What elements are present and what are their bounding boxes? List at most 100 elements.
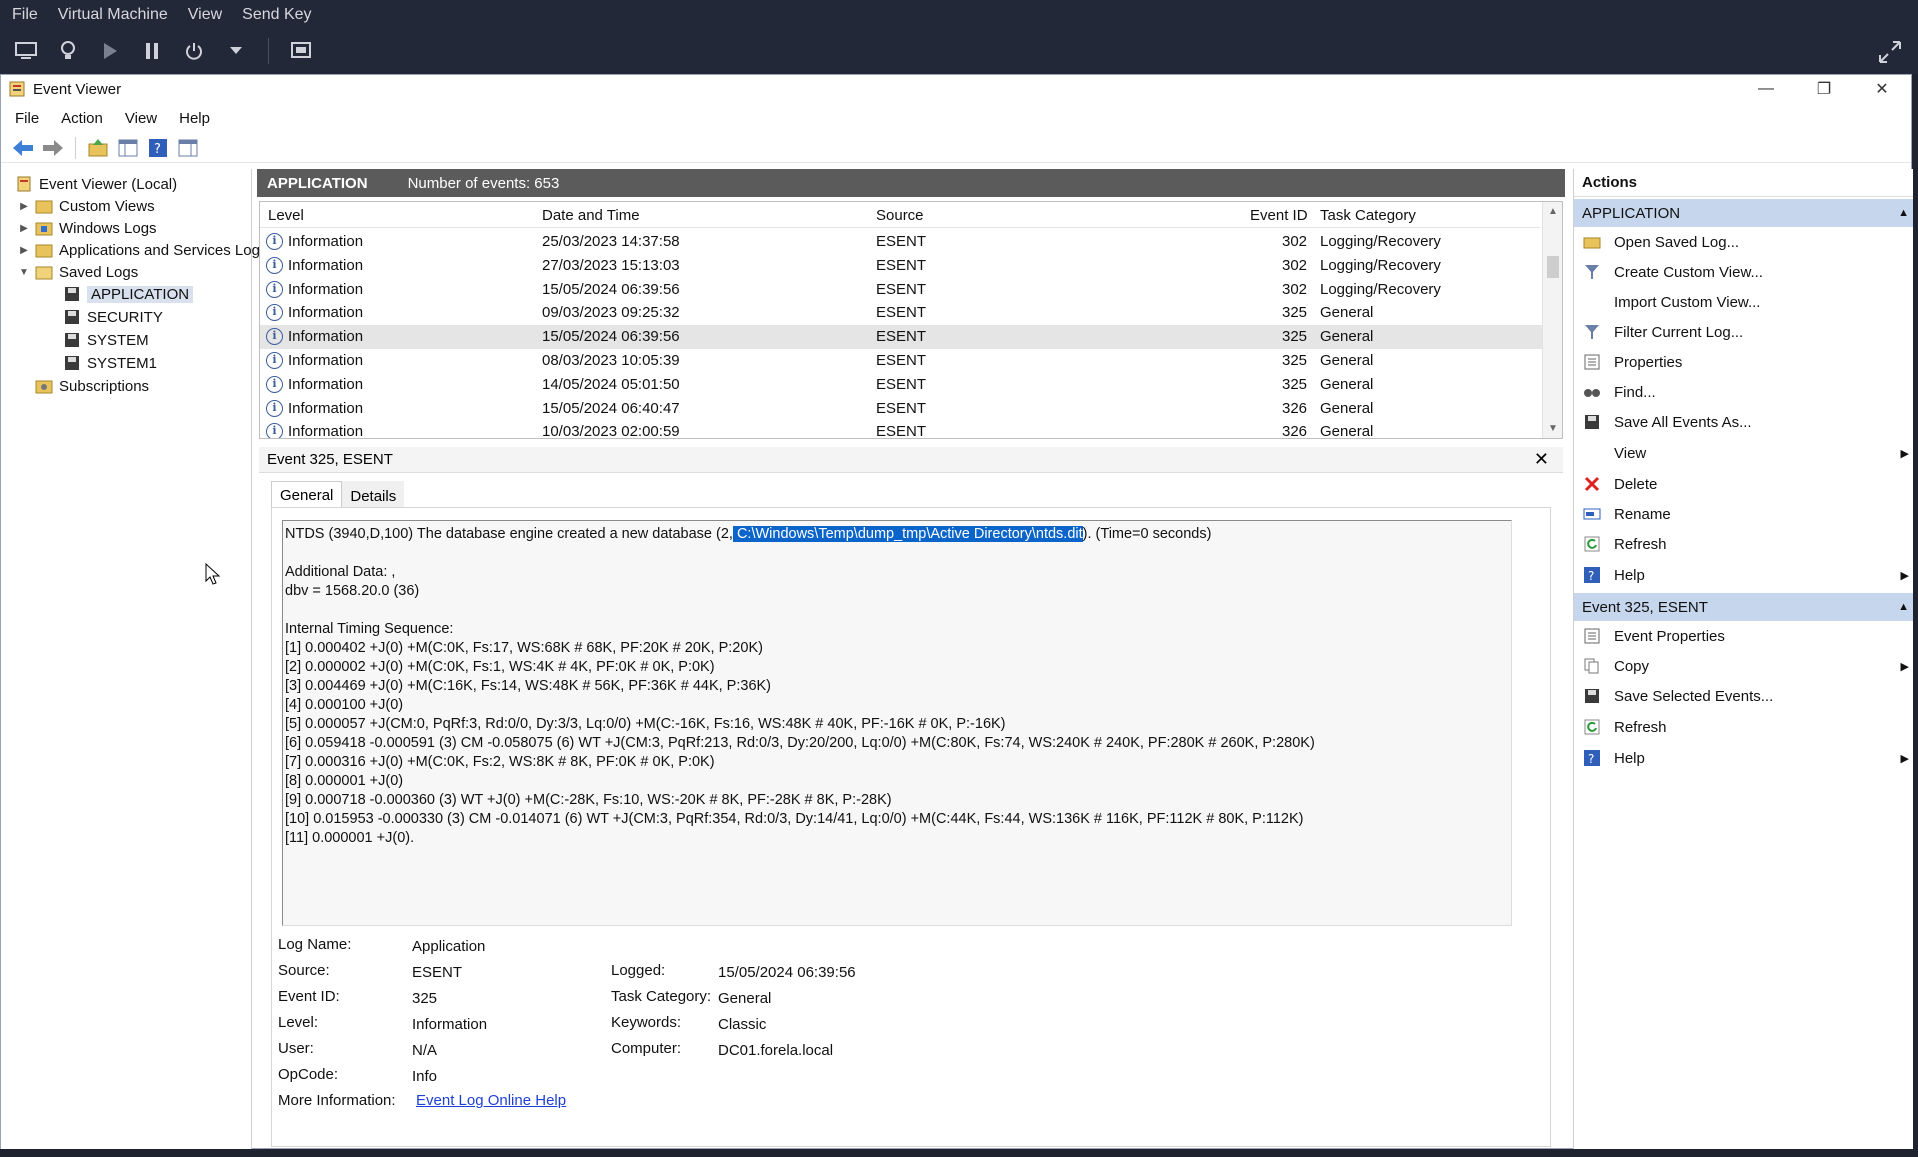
action-help-event[interactable]: ? Help ▶ — [1574, 745, 1913, 771]
vm-play-icon[interactable] — [96, 38, 124, 64]
tab-details[interactable]: Details — [342, 481, 405, 510]
actions-section-application[interactable]: APPLICATION ▲ — [1574, 199, 1913, 227]
forward-arrow-icon[interactable] — [41, 136, 65, 160]
table-row[interactable]: i Information 15/05/2024 06:40:47 ESENT … — [260, 397, 1542, 421]
tree-saved-system[interactable]: SYSTEM — [59, 329, 149, 351]
table-row[interactable]: i Information 09/03/2023 09:25:32 ESENT … — [260, 301, 1542, 325]
actions-section-event[interactable]: Event 325, ESENT ▲ — [1574, 593, 1913, 621]
collapse-caret-icon[interactable]: ▲ — [1898, 207, 1909, 219]
table-row[interactable]: i Information 25/03/2023 14:37:58 ESENT … — [260, 230, 1542, 254]
back-arrow-icon[interactable] — [11, 136, 35, 160]
table-row[interactable]: i Information 08/03/2023 10:05:39 ESENT … — [260, 349, 1542, 373]
menu-action[interactable]: Action — [61, 110, 103, 127]
tree-subscriptions[interactable]: Subscriptions — [31, 375, 149, 397]
table-row[interactable]: i Information 27/03/2023 15:13:03 ESENT … — [260, 254, 1542, 278]
cell-source: ESENT — [876, 256, 927, 274]
action-create-custom-view[interactable]: Create Custom View... — [1574, 259, 1913, 285]
tree-saved-application[interactable]: APPLICATION — [59, 283, 194, 305]
table-row[interactable]: i Information 15/05/2024 06:39:56 ESENT … — [260, 278, 1542, 302]
col-date-time[interactable]: Date and Time — [542, 207, 640, 224]
action-properties[interactable]: Properties — [1574, 349, 1913, 375]
vm-menu-view[interactable]: View — [188, 6, 222, 24]
action-delete[interactable]: Delete — [1574, 471, 1913, 497]
action-refresh[interactable]: Refresh — [1574, 531, 1913, 557]
scroll-down-icon[interactable]: ▼ — [1548, 423, 1558, 434]
action-label: Rename — [1614, 505, 1671, 523]
tab-general[interactable]: General — [271, 481, 343, 510]
show-hide-tree-icon[interactable] — [116, 136, 140, 160]
vm-menu-file[interactable]: File — [12, 6, 38, 24]
vm-power-icon[interactable] — [180, 38, 208, 64]
menu-file[interactable]: File — [15, 110, 39, 127]
action-refresh-event[interactable]: Refresh — [1574, 714, 1913, 740]
action-find[interactable]: Find... — [1574, 379, 1913, 405]
action-save-selected-events[interactable]: Save Selected Events... — [1574, 683, 1913, 709]
vm-pause-icon[interactable] — [138, 38, 166, 64]
tree-custom-views[interactable]: ▶ Custom Views — [17, 195, 155, 217]
close-detail-icon[interactable]: ✕ — [1534, 449, 1549, 470]
vm-lightbulb-icon[interactable] — [54, 38, 82, 64]
description-line: Additional Data: , — [285, 564, 396, 580]
vm-menu-virtual-machine[interactable]: Virtual Machine — [58, 6, 168, 24]
event-log-online-help-link[interactable]: Event Log Online Help — [416, 1092, 566, 1109]
selected-path-text[interactable]: C:\Windows\Temp\dump_tmp\Active Director… — [732, 526, 1083, 542]
event-list-scrollbar[interactable]: ▲ ▼ — [1542, 202, 1562, 438]
windows-logs-folder-icon — [35, 222, 53, 236]
minimize-button[interactable]: — — [1737, 75, 1795, 103]
vm-fullscreen-icon[interactable] — [1878, 40, 1902, 69]
tree-saved-security[interactable]: SECURITY — [59, 306, 163, 328]
help-icon: ? — [1582, 749, 1602, 767]
col-event-id[interactable]: Event ID — [1250, 207, 1308, 224]
submenu-arrow-icon: ▶ — [1900, 752, 1909, 765]
menu-view[interactable]: View — [125, 110, 157, 127]
tree-saved-system1[interactable]: SYSTEM1 — [59, 352, 157, 374]
blank-icon — [1582, 293, 1602, 311]
table-row[interactable]: i Information 10/03/2023 02:00:59 ESENT … — [260, 420, 1542, 439]
description-line: [6] 0.059418 -0.000591 (3) CM -0.058075 … — [285, 735, 1315, 751]
action-filter-current-log[interactable]: Filter Current Log... — [1574, 319, 1913, 345]
collapse-arrow-icon[interactable]: ▼ — [17, 267, 31, 278]
action-open-saved-log[interactable]: Open Saved Log... — [1574, 229, 1913, 255]
expand-arrow-icon[interactable]: ▶ — [17, 223, 31, 234]
scroll-up-icon[interactable]: ▲ — [1548, 206, 1558, 217]
scroll-thumb[interactable] — [1547, 256, 1559, 278]
vm-power-dropdown-icon[interactable] — [222, 38, 250, 64]
expand-arrow-icon[interactable]: ▶ — [17, 201, 31, 212]
up-folder-icon[interactable] — [86, 136, 110, 160]
action-import-custom-view[interactable]: Import Custom View... — [1574, 289, 1913, 315]
help-icon[interactable]: ? — [146, 136, 170, 160]
prop-computer: DC01.forela.local — [718, 1042, 834, 1059]
menu-help[interactable]: Help — [179, 110, 210, 127]
col-task-category[interactable]: Task Category — [1320, 207, 1416, 224]
action-rename[interactable]: Rename — [1574, 501, 1913, 527]
tree-root[interactable]: Event Viewer (Local) — [11, 173, 177, 195]
tree-custom-views-label: Custom Views — [59, 197, 155, 215]
action-help[interactable]: ? Help ▶ — [1574, 562, 1913, 588]
action-copy[interactable]: Copy ▶ — [1574, 653, 1913, 679]
show-hide-action-pane-icon[interactable] — [176, 136, 200, 160]
tree-windows-logs[interactable]: ▶ Windows Logs — [17, 217, 156, 239]
cell-date-time: 10/03/2023 02:00:59 — [542, 423, 680, 439]
tree-apps-services[interactable]: ▶ Applications and Services Logs — [17, 239, 267, 261]
vm-menu-send-key[interactable]: Send Key — [242, 6, 311, 24]
tree-saved-logs[interactable]: ▼ Saved Logs — [17, 261, 138, 283]
vm-display-icon[interactable] — [287, 38, 315, 64]
collapse-caret-icon[interactable]: ▲ — [1898, 601, 1909, 613]
delete-x-icon — [1582, 475, 1602, 493]
close-button[interactable]: ✕ — [1853, 75, 1911, 103]
action-save-all-events-as[interactable]: Save All Events As... — [1574, 409, 1913, 435]
table-row-selected[interactable]: i Information 15/05/2024 06:39:56 ESENT … — [260, 325, 1542, 349]
col-level[interactable]: Level — [268, 207, 304, 224]
save-disk-icon — [1582, 687, 1602, 705]
vm-console-icon[interactable] — [12, 38, 40, 64]
vm-toolbar-separator — [268, 38, 269, 64]
event-description-textbox[interactable]: NTDS (3940,D,100) The database engine cr… — [282, 520, 1512, 926]
col-source[interactable]: Source — [876, 207, 924, 224]
action-view[interactable]: View ▶ — [1574, 440, 1913, 466]
tree-saved-application-label: APPLICATION — [87, 285, 194, 303]
action-event-properties[interactable]: Event Properties — [1574, 623, 1913, 649]
cell-source: ESENT — [876, 328, 927, 346]
table-row[interactable]: i Information 14/05/2024 05:01:50 ESENT … — [260, 373, 1542, 397]
expand-arrow-icon[interactable]: ▶ — [17, 245, 31, 256]
restore-button[interactable]: ❐ — [1795, 75, 1853, 103]
